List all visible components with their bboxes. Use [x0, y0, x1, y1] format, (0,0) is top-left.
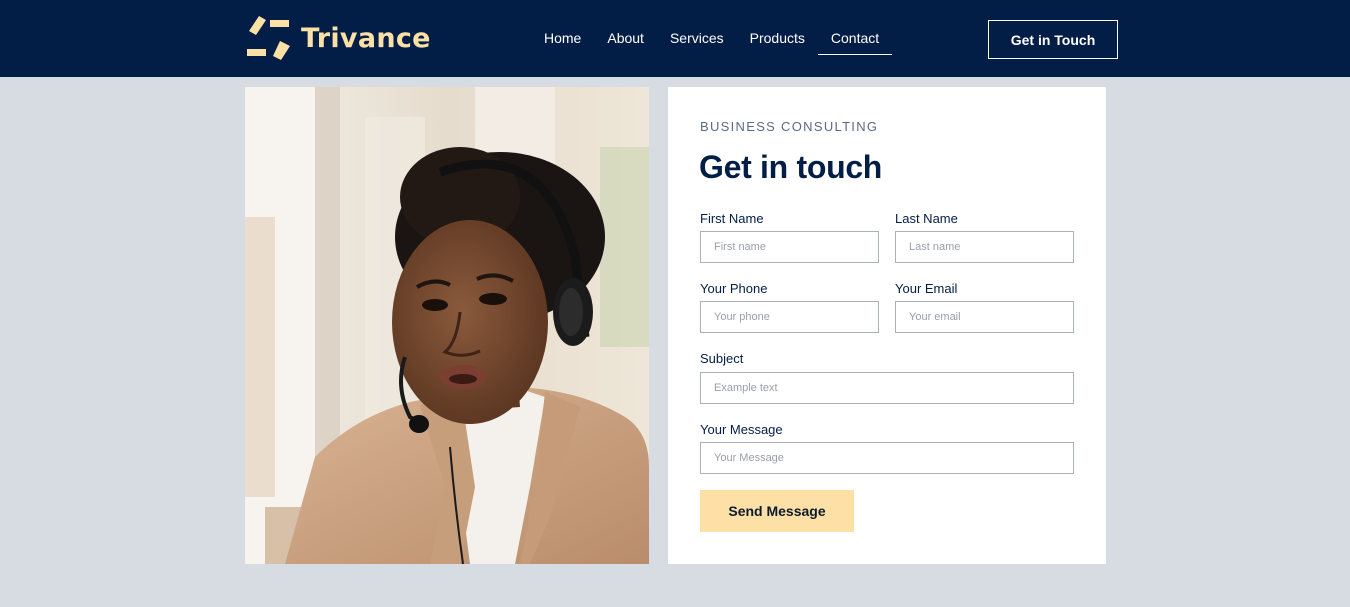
hero-photo [245, 87, 649, 564]
eyebrow-label: BUSINESS CONSULTING [700, 119, 879, 134]
get-in-touch-button[interactable]: Get in Touch [988, 20, 1118, 59]
phone-input[interactable] [700, 301, 879, 333]
contact-form-card: BUSINESS CONSULTING Get in touch First N… [668, 87, 1106, 564]
subject-input[interactable] [700, 372, 1074, 404]
last-name-input[interactable] [895, 231, 1074, 263]
main-nav: Home About Services Products Contact [531, 0, 893, 77]
message-label: Your Message [700, 422, 783, 437]
subject-label: Subject [700, 351, 744, 366]
nav-item-contact[interactable]: Contact [817, 0, 893, 77]
site-header: Trivance Home About Services Products Co… [0, 0, 1350, 77]
trivance-logo-icon [247, 16, 290, 60]
nav-item-services[interactable]: Services [657, 0, 737, 77]
last-name-label: Last Name [895, 211, 958, 226]
nav-item-about[interactable]: About [594, 0, 657, 77]
message-input[interactable] [700, 442, 1074, 474]
email-input[interactable] [895, 301, 1074, 333]
first-name-input[interactable] [700, 231, 879, 263]
form-title: Get in touch [699, 149, 883, 185]
email-label: Your Email [895, 281, 958, 296]
brand-logo-link[interactable]: Trivance [245, 16, 431, 60]
first-name-label: First Name [700, 211, 764, 226]
send-message-button[interactable]: Send Message [700, 490, 854, 532]
nav-item-home[interactable]: Home [531, 0, 594, 77]
phone-label: Your Phone [700, 281, 768, 296]
brand-name: Trivance [301, 22, 431, 54]
nav-item-products[interactable]: Products [737, 0, 818, 77]
photo-woman-headset-icon [245, 87, 649, 564]
